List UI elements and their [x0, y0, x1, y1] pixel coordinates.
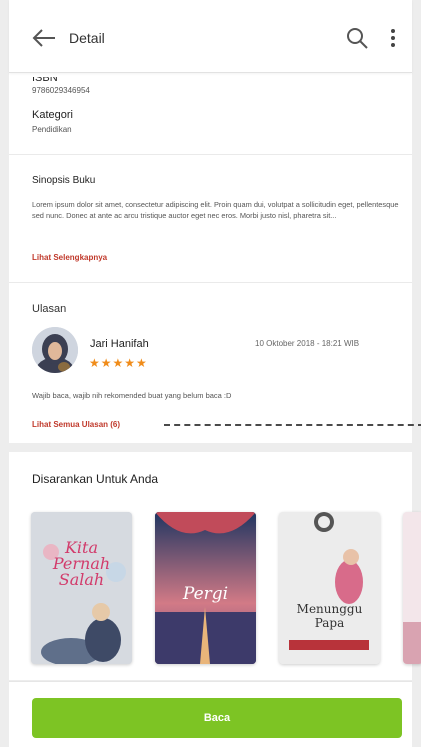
book-cover[interactable]: Pergi: [155, 512, 256, 664]
book-cover[interactable]: Menunggu Papa: [279, 512, 380, 664]
bottom-action-bar: Baca: [9, 681, 412, 747]
recommendations-title: Disarankan Untuk Anda: [32, 472, 159, 486]
reviews-title: Ulasan: [32, 303, 67, 315]
page-title: Detail: [69, 30, 105, 46]
synopsis-text: Lorem ipsum dolor sit amet, consectetur …: [32, 200, 399, 220]
synopsis-title: Sinopsis Buku: [32, 175, 96, 186]
see-more-link[interactable]: Lihat Selengkapnya: [32, 253, 107, 262]
book-title: Kita Pernah Salah: [52, 538, 111, 589]
synopsis-section: Sinopsis Buku Lorem ipsum dolor sit amet…: [9, 155, 412, 283]
book-title: Pergi: [182, 584, 229, 604]
back-arrow-icon[interactable]: [31, 27, 57, 49]
kategori-value: Pendidikan: [32, 125, 72, 134]
isbn-value: 9786029346954: [32, 86, 90, 95]
reviewer-name: Jari Hanifah: [90, 338, 149, 350]
book-cover-art: [279, 512, 380, 664]
app-bar: Detail: [9, 0, 412, 73]
review-text: Wajib baca, wajib nih rekomended buat ya…: [32, 391, 232, 400]
dashed-divider: [164, 424, 421, 426]
book-cover-art: [403, 512, 421, 664]
rating-stars: ★★★★★: [89, 356, 148, 370]
search-icon[interactable]: [345, 26, 369, 50]
reviews-section: Ulasan Jari Hanifah 10 Oktober 2018 - 18…: [9, 283, 421, 443]
more-vert-icon[interactable]: [388, 26, 398, 50]
book-title: Menunggu Papa: [296, 602, 363, 630]
recommendations-section: Disarankan Untuk Anda Kita Pernah Salah: [9, 452, 421, 680]
book-cover[interactable]: Kita Pernah Salah: [31, 512, 132, 664]
kategori-label: Kategori: [32, 109, 73, 121]
reviewer-avatar: [32, 327, 78, 373]
book-info-section: ISBN 9786029346954 Kategori Pendidikan: [9, 72, 412, 155]
read-button[interactable]: Baca: [32, 698, 402, 738]
review-date: 10 Oktober 2018 - 18:21 WIB: [255, 339, 360, 348]
isbn-label: ISBN: [32, 72, 58, 84]
book-cover-partial[interactable]: [403, 512, 421, 664]
see-all-reviews-link[interactable]: Lihat Semua Ulasan (6): [32, 420, 120, 429]
